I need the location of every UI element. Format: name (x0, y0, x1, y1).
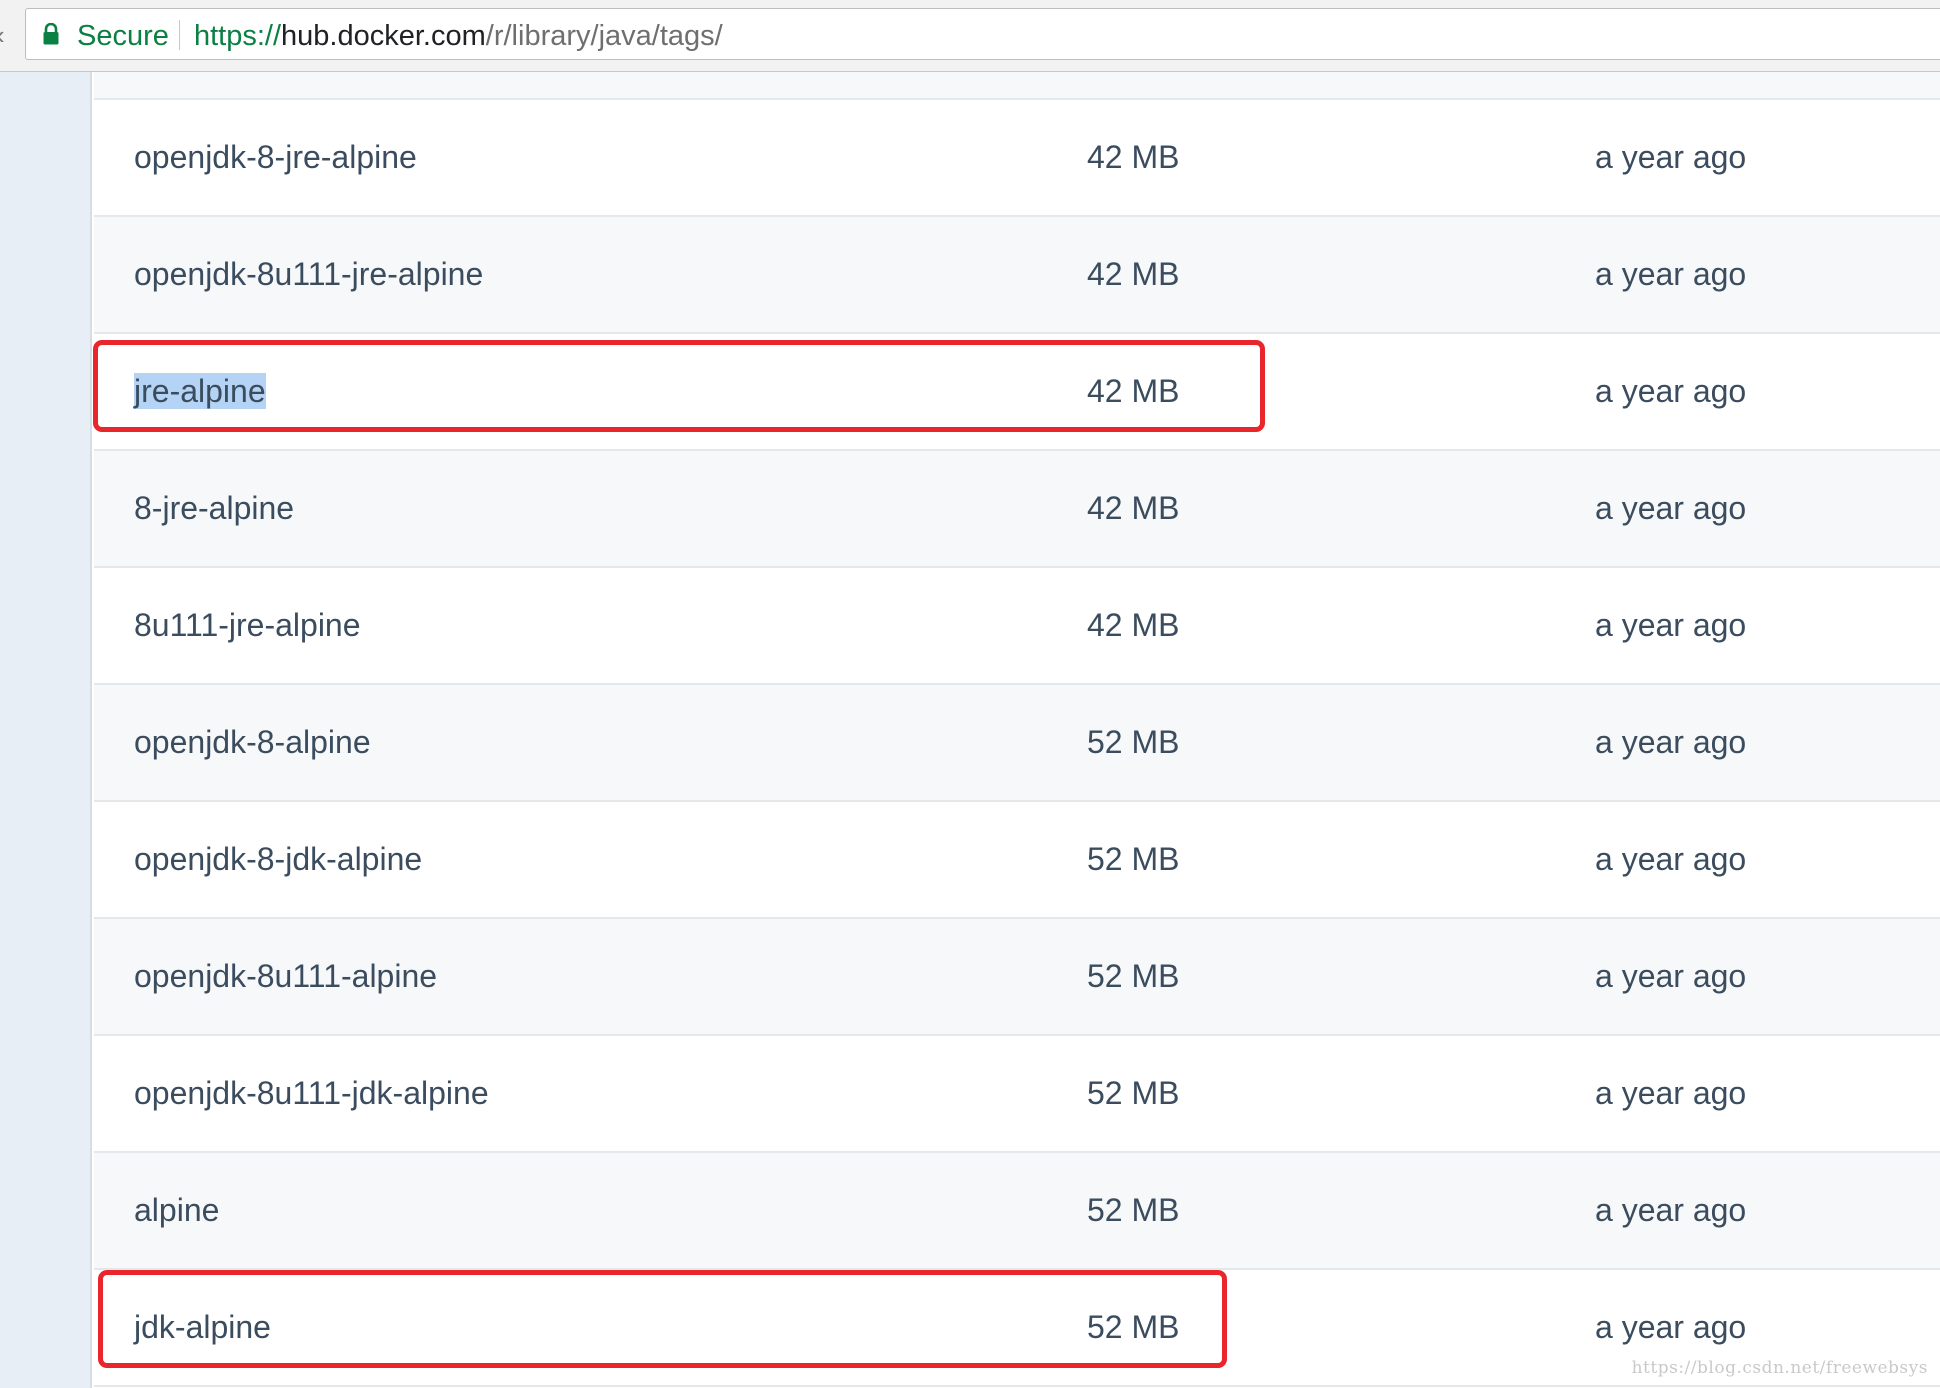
tag-name[interactable]: openjdk-8-jre-alpine (134, 100, 417, 215)
browser-toolbar: ‹ Secure https://hub.docker.com/r/librar… (0, 0, 1940, 72)
tag-name[interactable]: 8-jre-alpine (134, 451, 294, 566)
tag-size: 42 MB (1087, 139, 1180, 175)
tag-updated: a year ago (1595, 1075, 1747, 1111)
tag-name-text: 8-jre-alpine (134, 490, 295, 526)
table-row: openjdk-8u111-jre-alpine 42 MB a year ago (94, 217, 1940, 334)
tag-name-text: jdk-alpine (134, 1309, 271, 1345)
tag-updated: a year ago (1595, 841, 1747, 877)
address-bar[interactable]: Secure https://hub.docker.com/r/library/… (25, 8, 1940, 60)
table-row: jre-alpine 42 MB a year ago (94, 334, 1940, 451)
table-row: openjdk-8-alpine 52 MB a year ago (94, 685, 1940, 802)
table-row: openjdk-8-jre-alpine 42 MB a year ago (94, 100, 1940, 217)
back-arrow-icon[interactable]: ‹ (0, 22, 5, 48)
secure-label: Secure (77, 20, 169, 52)
tag-name-text: openjdk-8-jre-alpine (134, 139, 417, 175)
table-row: openjdk-8u111-jdk-alpine 52 MB a year ago (94, 1036, 1940, 1153)
tag-size: 52 MB (1087, 1309, 1180, 1345)
tag-name[interactable]: alpine (134, 1153, 219, 1268)
tag-size: 52 MB (1087, 1075, 1180, 1111)
tag-name-text: openjdk-8u111-jdk-alpine (134, 1075, 489, 1111)
tag-name[interactable]: openjdk-8u111-jre-alpine (134, 217, 483, 332)
url-path: /r/library/java/tags/ (485, 20, 723, 52)
tag-size: 52 MB (1087, 1192, 1180, 1228)
tag-size: 52 MB (1087, 841, 1180, 877)
table-row: openjdk-8-jdk-alpine 52 MB a year ago (94, 802, 1940, 919)
tag-name-text: openjdk-8u111-jre-alpine (134, 256, 484, 292)
tag-name-text: 8u111-jre-alpine (134, 607, 361, 643)
left-sidebar (0, 72, 92, 1388)
previous-row-edge (94, 72, 1940, 100)
tag-name[interactable]: jdk-alpine (134, 1270, 271, 1385)
table-row: alpine 52 MB a year ago (94, 1153, 1940, 1270)
tag-size: 42 MB (1087, 490, 1180, 526)
tag-size: 42 MB (1087, 256, 1180, 292)
tag-name-text: openjdk-8-jdk-alpine (134, 841, 423, 877)
url-host: hub.docker.com (281, 20, 486, 52)
tag-name[interactable]: openjdk-8u111-alpine (134, 919, 437, 1034)
tag-name[interactable]: 8u111-jre-alpine (134, 568, 361, 683)
tag-updated: a year ago (1595, 958, 1747, 994)
url-text[interactable]: https://hub.docker.com/r/library/java/ta… (194, 20, 723, 52)
tag-size: 42 MB (1087, 607, 1180, 643)
tag-updated: a year ago (1595, 724, 1747, 760)
tag-name[interactable]: openjdk-8u111-jdk-alpine (134, 1036, 489, 1151)
watermark: https://blog.csdn.net/freewebsys (1631, 1358, 1928, 1378)
tag-size: 52 MB (1087, 724, 1180, 760)
url-scheme: https:// (194, 20, 282, 52)
tag-updated: a year ago (1595, 139, 1747, 175)
tag-name-text: jre-alpine (134, 373, 266, 409)
lock-icon (43, 23, 59, 45)
tag-name-text: openjdk-8u111-alpine (134, 958, 438, 994)
table-row: openjdk-8u111-alpine 52 MB a year ago (94, 919, 1940, 1036)
tags-table: openjdk-8-jre-alpine 42 MB a year ago openj… (94, 72, 1940, 1388)
tag-name-text: openjdk-8-alpine (134, 724, 371, 760)
tag-updated: a year ago (1595, 373, 1747, 409)
tag-updated: a year ago (1595, 607, 1747, 643)
tag-name[interactable]: jre-alpine (134, 334, 266, 449)
tag-name[interactable]: openjdk-8-jdk-alpine (134, 802, 422, 917)
tag-updated: a year ago (1595, 490, 1747, 526)
tag-updated: a year ago (1595, 256, 1747, 292)
table-row: 8-jre-alpine 42 MB a year ago (94, 451, 1940, 568)
omnibox-divider (179, 20, 180, 50)
tag-size: 52 MB (1087, 958, 1180, 994)
tag-name-text: alpine (134, 1192, 220, 1228)
tag-name[interactable]: openjdk-8-alpine (134, 685, 371, 800)
tag-size: 42 MB (1087, 373, 1180, 409)
tag-updated: a year ago (1595, 1192, 1747, 1228)
table-row: 8u111-jre-alpine 42 MB a year ago (94, 568, 1940, 685)
